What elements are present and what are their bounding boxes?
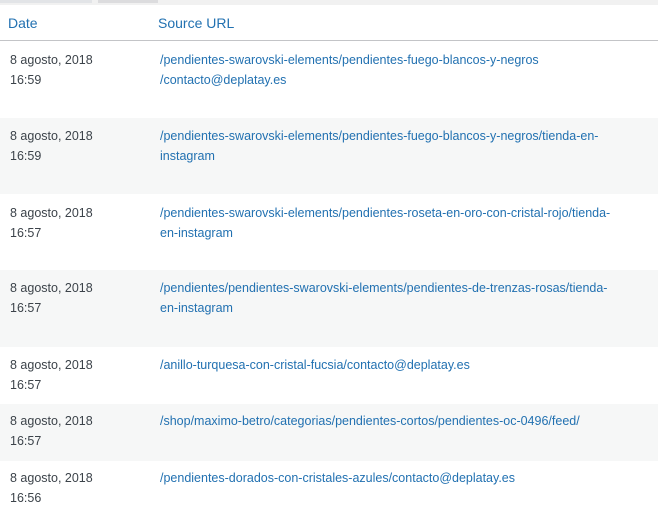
date-cell: 8 agosto, 2018 16:59 xyxy=(0,117,150,194)
table-row: 8 agosto, 2018 16:57 /shop/maximo-betro/… xyxy=(0,403,658,461)
source-url-link[interactable]: /pendientes/pendientes-swarovski-element… xyxy=(160,281,607,315)
source-url-cell: /shop/maximo-betro/categorias/pendientes… xyxy=(150,403,658,461)
table-row: 8 agosto, 2018 16:57 /pendientes/pendien… xyxy=(0,269,658,347)
source-url-link[interactable]: /pendientes-swarovski-elements/pendiente… xyxy=(160,129,598,163)
top-tab[interactable] xyxy=(0,0,92,3)
source-url-link[interactable]: /pendientes-swarovski-elements/pendiente… xyxy=(160,53,539,87)
source-url-link[interactable]: /anillo-turquesa-con-cristal-fucsia/cont… xyxy=(160,358,470,372)
time-text: 16:57 xyxy=(10,433,42,448)
source-url-link[interactable]: /shop/maximo-betro/categorias/pendientes… xyxy=(160,414,580,428)
date-cell: 8 agosto, 2018 16:56 xyxy=(0,461,150,514)
column-header-source-url[interactable]: Source URL xyxy=(150,5,658,41)
source-url-cell: /pendientes/pendientes-swarovski-element… xyxy=(150,269,658,347)
source-url-cell: /anillo-turquesa-con-cristal-fucsia/cont… xyxy=(150,347,658,404)
time-text: 16:57 xyxy=(10,300,42,315)
date-cell: 8 agosto, 2018 16:59 xyxy=(0,41,150,118)
date-cell: 8 agosto, 2018 16:57 xyxy=(0,194,150,270)
source-url-cell: /pendientes-swarovski-elements/pendiente… xyxy=(150,194,658,270)
redirect-log-page: Date Source URL 8 agosto, 2018 16:59 /pe… xyxy=(0,0,658,514)
source-url-link[interactable]: /pendientes-swarovski-elements/pendiente… xyxy=(160,206,610,240)
table-row: 8 agosto, 2018 16:56 /pendientes-dorados… xyxy=(0,461,658,514)
log-table: Date Source URL 8 agosto, 2018 16:59 /pe… xyxy=(0,5,658,514)
date-text: 8 agosto, 2018 xyxy=(10,357,93,372)
date-text: 8 agosto, 2018 xyxy=(10,205,93,220)
table-row: 8 agosto, 2018 16:59 /pendientes-swarovs… xyxy=(0,41,658,118)
time-text: 16:59 xyxy=(10,73,42,87)
source-url-cell: /pendientes-swarovski-elements/pendiente… xyxy=(150,117,658,194)
source-url-cell: /pendientes-dorados-con-cristales-azules… xyxy=(150,461,658,514)
date-text: 8 agosto, 2018 xyxy=(10,470,93,485)
date-text: 8 agosto, 2018 xyxy=(10,413,93,428)
date-text: 8 agosto, 2018 xyxy=(10,53,93,67)
date-cell: 8 agosto, 2018 16:57 xyxy=(0,269,150,347)
table-row: 8 agosto, 2018 16:57 /pendientes-swarovs… xyxy=(0,194,658,270)
source-url-link[interactable]: /pendientes-dorados-con-cristales-azules… xyxy=(160,471,515,485)
time-text: 16:57 xyxy=(10,377,42,392)
date-cell: 8 agosto, 2018 16:57 xyxy=(0,347,150,404)
time-text: 16:57 xyxy=(10,225,42,240)
time-text: 16:59 xyxy=(10,148,42,163)
date-cell: 8 agosto, 2018 16:57 xyxy=(0,403,150,461)
source-url-cell: /pendientes-swarovski-elements/pendiente… xyxy=(150,41,658,118)
column-header-date[interactable]: Date xyxy=(0,5,150,41)
table-row: 8 agosto, 2018 16:59 /pendientes-swarovs… xyxy=(0,117,658,194)
table-row: 8 agosto, 2018 16:57 /anillo-turquesa-co… xyxy=(0,347,658,404)
top-tab[interactable] xyxy=(98,0,158,3)
table-header-row: Date Source URL xyxy=(0,5,658,41)
time-text: 16:56 xyxy=(10,490,42,505)
date-text: 8 agosto, 2018 xyxy=(10,280,93,295)
date-text: 8 agosto, 2018 xyxy=(10,128,93,143)
